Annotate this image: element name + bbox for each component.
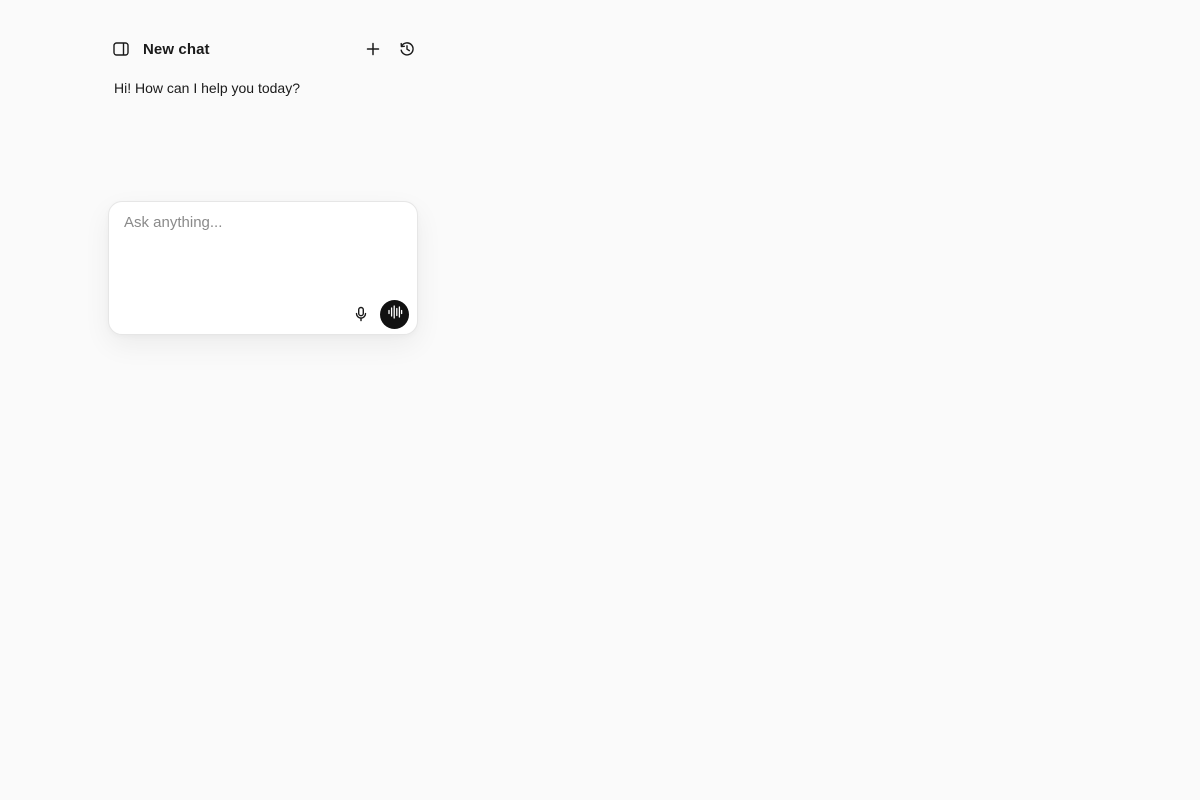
plus-icon [365,41,381,57]
chat-header: New chat [108,34,420,64]
message-input[interactable] [124,214,402,294]
message-composer [108,201,418,335]
sidebar-toggle-button[interactable] [108,36,134,62]
chat-app: New chat Hi! How can I help you today? [0,0,1200,800]
audio-waveform-icon [387,305,403,324]
microphone-button[interactable] [348,301,374,327]
assistant-greeting: Hi! How can I help you today? [114,80,300,96]
history-button[interactable] [394,36,420,62]
sidebar-toggle-icon [112,40,130,58]
voice-mode-button[interactable] [380,300,409,329]
page-title: New chat [143,40,210,58]
new-chat-button[interactable] [360,36,386,62]
history-icon [399,41,415,57]
microphone-icon [353,306,369,322]
